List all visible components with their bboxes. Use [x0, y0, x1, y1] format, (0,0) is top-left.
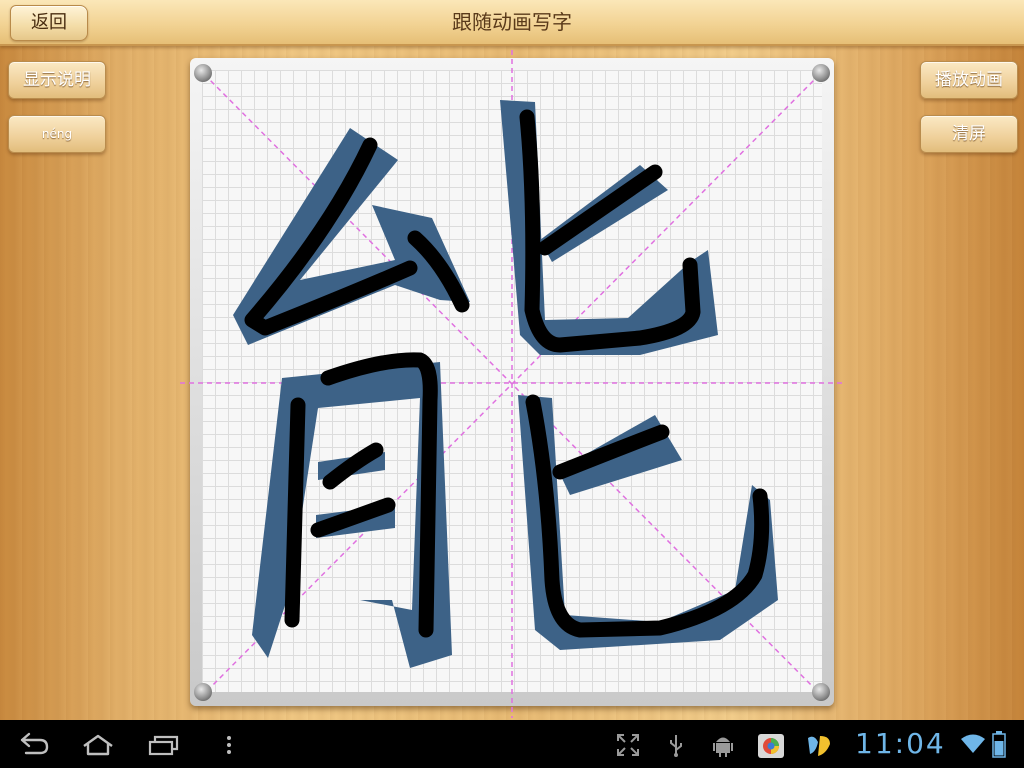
- app-notification-icon[interactable]: [804, 730, 834, 760]
- status-clock: 11:04: [855, 727, 946, 760]
- board-corner-screw: [812, 683, 830, 701]
- home-icon[interactable]: [82, 734, 114, 756]
- character-strokes: [233, 100, 778, 668]
- usb-icon: [670, 735, 682, 757]
- user-stroke: [284, 397, 306, 628]
- board-corner-screw: [812, 64, 830, 82]
- template-stroke: [233, 128, 470, 345]
- menu-icon[interactable]: [224, 734, 234, 756]
- template-character-strokes: [233, 100, 778, 668]
- back-icon[interactable]: [16, 732, 50, 756]
- battery-icon: [992, 731, 1006, 758]
- app-store-icon[interactable]: [756, 730, 786, 760]
- board-corner-screw: [194, 683, 212, 701]
- user-stroke: [537, 164, 663, 256]
- android-debug-icon: [713, 737, 733, 757]
- fullscreen-icon[interactable]: [616, 733, 640, 757]
- wifi-icon: [961, 734, 985, 753]
- recent-apps-icon[interactable]: [148, 734, 180, 756]
- board-corner-screw: [194, 64, 212, 82]
